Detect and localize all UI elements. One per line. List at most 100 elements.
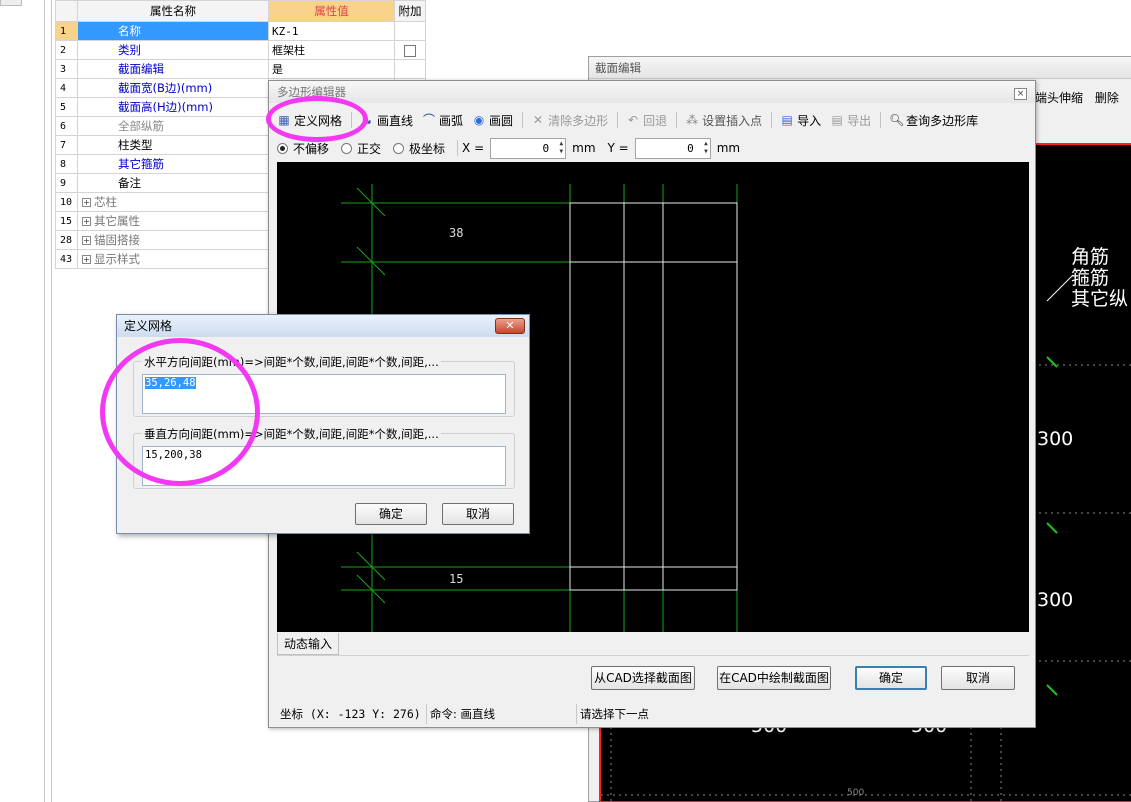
property-name[interactable]: 名称 — [77, 21, 269, 41]
spinner-arrows-icon[interactable]: ▲ ▼ — [704, 140, 708, 156]
toolbar-separator — [522, 112, 524, 128]
orthogonal-radio[interactable] — [341, 142, 353, 154]
draw-arc-button[interactable]: ⌒ 画弧 — [422, 112, 463, 129]
query-polygon-library-button[interactable]: 🔍︎ 查询多边形库 — [889, 112, 978, 129]
clear-polygon-button[interactable]: ✕ 清除多边形 — [531, 112, 608, 129]
row-number: 9 — [55, 173, 78, 193]
y-unit: mm — [716, 141, 741, 155]
spinner-arrows-icon[interactable]: ▲ ▼ — [560, 140, 564, 156]
property-extra — [394, 21, 426, 41]
property-name[interactable]: 其它箍筋 — [77, 154, 269, 174]
import-button[interactable]: ▤ 导入 — [780, 112, 821, 129]
draw-line-button[interactable]: ↘ 画直线 — [360, 112, 413, 129]
horizontal-spacing-group: 水平方向间距(mm)=>间距*个数,间距,间距*个数,间距,... 35,26,… — [133, 354, 515, 417]
select-from-cad-button[interactable]: 从CAD选择截面图 — [591, 666, 695, 690]
set-insert-point-button[interactable]: ⁂ 设置插入点 — [685, 112, 762, 129]
property-row-section-edit[interactable]: 3 截面编辑 是 — [55, 59, 426, 79]
header-extra[interactable]: 附加 — [394, 0, 426, 22]
property-group[interactable]: + 显示样式 — [77, 249, 269, 269]
grid-ok-button[interactable]: 确定 — [355, 503, 427, 525]
toolbar-separator — [617, 112, 619, 128]
end-stretch-button[interactable]: 端头伸缩 — [1035, 91, 1083, 105]
row-number: 28 — [55, 230, 78, 250]
vertical-spacing-value: 15,200,38 — [145, 449, 202, 461]
no-offset-radio[interactable] — [277, 142, 288, 154]
x-coordinate-spinner[interactable]: 0 ▲ ▼ — [490, 137, 567, 159]
insert-point-icon: ⁂ — [686, 113, 699, 127]
define-grid-button[interactable]: ▦ 定义网格 — [277, 112, 342, 129]
cancel-button[interactable]: 取消 — [941, 666, 1015, 690]
property-name[interactable]: 截面高(H边)(mm) — [77, 97, 269, 117]
panel-tab[interactable] — [0, 0, 22, 6]
property-row-name[interactable]: 1 名称 KZ-1 — [55, 21, 426, 41]
extra-checkbox[interactable] — [404, 44, 416, 57]
no-offset-label[interactable]: 不偏移 — [293, 140, 329, 157]
property-extra[interactable] — [394, 40, 426, 60]
property-group[interactable]: + 锚固搭接 — [77, 230, 269, 250]
polygon-toolbar: ▦ 定义网格 ↘ 画直线 ⌒ 画弧 ◉ 画圆 ✕ 清除多边形 ↶ 回退 ⁂ 设置… — [277, 107, 1029, 133]
grid-icon: ▦ — [278, 113, 290, 127]
property-value[interactable]: 是 — [268, 59, 395, 79]
undo-icon: ↶ — [628, 113, 639, 127]
expand-icon[interactable]: + — [82, 198, 91, 207]
property-value[interactable]: KZ-1 — [268, 21, 395, 41]
draw-circle-button[interactable]: ◉ 画圆 — [472, 112, 513, 129]
group-label: 其它属性 — [94, 214, 140, 228]
property-name[interactable]: 柱类型 — [77, 135, 269, 155]
delete-button[interactable]: 删除 — [1095, 91, 1119, 105]
property-name[interactable]: 全部纵筋 — [77, 116, 269, 136]
clear-polygon-label: 清除多边形 — [548, 113, 609, 128]
ok-button[interactable]: 确定 — [855, 666, 927, 690]
orthogonal-label[interactable]: 正交 — [357, 140, 381, 157]
property-grid-header: 属性名称 属性值 附加 — [55, 0, 426, 22]
draw-circle-label: 画圆 — [489, 113, 514, 128]
horizontal-spacing-label: 水平方向间距(mm)=>间距*个数,间距,间距*个数,间距,... — [142, 354, 441, 370]
close-icon[interactable]: ✕ — [495, 318, 525, 334]
row-number: 6 — [55, 116, 78, 136]
expand-icon[interactable]: + — [82, 255, 91, 264]
header-value[interactable]: 属性值 — [268, 0, 395, 22]
close-icon[interactable]: × — [1014, 88, 1027, 100]
undo-button[interactable]: ↶ 回退 — [626, 112, 667, 129]
polar-label[interactable]: 极坐标 — [409, 140, 445, 157]
group-label: 锚固搭接 — [94, 233, 140, 247]
polar-radio[interactable] — [393, 142, 405, 154]
search-icon: 🔍︎ — [889, 113, 905, 127]
property-group[interactable]: + 其它属性 — [77, 211, 269, 231]
undo-label: 回退 — [643, 113, 668, 128]
property-name[interactable]: 截面编辑 — [77, 59, 269, 79]
status-command: 命令: 画直线 — [427, 704, 577, 724]
dynamic-input-tab[interactable]: 动态输入 — [277, 633, 339, 655]
property-name[interactable]: 截面宽(B边)(mm) — [77, 78, 269, 98]
draw-in-cad-button[interactable]: 在CAD中绘制截面图 — [717, 666, 831, 690]
property-value[interactable]: 框架柱 — [268, 40, 395, 60]
toolbar-separator — [676, 112, 678, 128]
property-name[interactable]: 备注 — [77, 173, 269, 193]
vertical-spacing-group: 垂直方向间距(mm)=>间距*个数,间距,间距*个数,间距,... 15,200… — [133, 426, 515, 489]
row-number: 4 — [55, 78, 78, 98]
draw-line-label: 画直线 — [377, 113, 414, 128]
draw-arc-label: 画弧 — [439, 113, 464, 128]
export-button[interactable]: ▤ 导出 — [830, 112, 871, 129]
x-unit: mm — [572, 141, 596, 155]
define-grid-label: 定义网格 — [294, 113, 343, 128]
import-label: 导入 — [797, 113, 822, 128]
export-label: 导出 — [847, 113, 872, 128]
property-extra — [394, 59, 426, 79]
horizontal-spacing-input[interactable]: 35,26,48 — [142, 374, 506, 414]
vertical-spacing-input[interactable]: 15,200,38 — [142, 446, 506, 486]
y-coordinate-spinner[interactable]: 0 ▲ ▼ — [634, 137, 711, 159]
property-group[interactable]: + 芯柱 — [77, 192, 269, 212]
set-insert-point-label: 设置插入点 — [702, 113, 763, 128]
row-number: 1 — [55, 21, 78, 41]
row-number: 5 — [55, 97, 78, 117]
property-row-category[interactable]: 2 类别 框架柱 — [55, 40, 426, 60]
grid-cancel-button[interactable]: 取消 — [442, 503, 514, 525]
header-name[interactable]: 属性名称 — [77, 0, 269, 22]
line-icon: ↘ — [361, 113, 373, 127]
property-name[interactable]: 类别 — [77, 40, 269, 60]
header-corner — [55, 0, 78, 22]
expand-icon[interactable]: + — [82, 217, 91, 226]
panel-divider[interactable] — [44, 0, 48, 802]
expand-icon[interactable]: + — [82, 236, 91, 245]
